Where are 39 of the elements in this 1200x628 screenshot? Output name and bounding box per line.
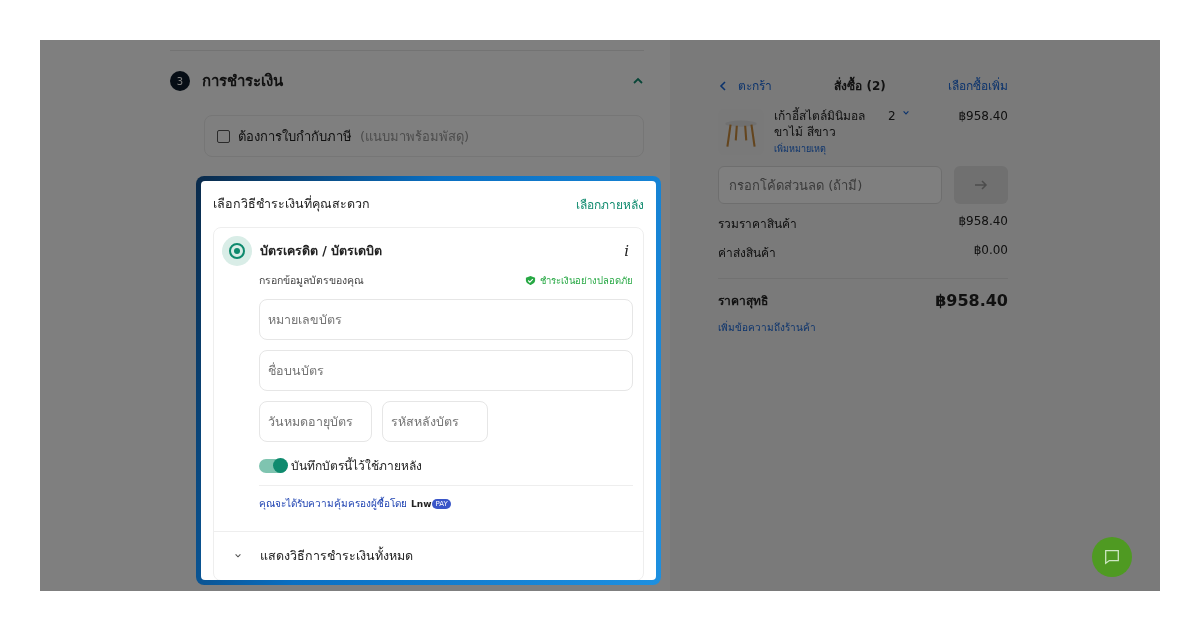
- chevron-down-icon: [234, 552, 242, 560]
- method-subtitle: กรอกข้อมูลบัตรของคุณ: [259, 273, 364, 289]
- order-title: สั่งซื้อ (2): [834, 76, 886, 95]
- add-more-link[interactable]: เลือกซื้อเพิ่ม: [948, 76, 1008, 95]
- protection-text: คุณจะได้รับความคุ้มครองผู้ซื้อโดย: [259, 496, 407, 511]
- coupon-field[interactable]: กรอกโค้ดส่วนลด (ถ้ามี): [718, 166, 942, 205]
- input-field[interactable]: ชื่อบนบัตร: [259, 350, 633, 391]
- checkbox-label: ต้องการใบกำกับภาษี: [238, 127, 352, 146]
- show-all-link[interactable]: แสดงวิธีการชำระเงินทั้งหมด: [260, 546, 413, 566]
- summary-value: ฿0.00: [973, 243, 1008, 260]
- total-label: ราคาสุทธิ: [718, 293, 768, 311]
- message-link[interactable]: เพิ่มข้อความถึงร้านค้า: [718, 320, 1008, 336]
- method-name: บัตรเครดิต / บัตรเดบิต: [260, 242, 384, 260]
- input-field[interactable]: หมายเลขบัตร: [259, 299, 633, 340]
- secure-label: ชำระเงินอย่างปลอดภัย: [540, 274, 633, 288]
- panel-title: เลือกวิธีชำระเงินที่คุณสะดวก: [213, 194, 370, 214]
- step-number: 3: [170, 71, 190, 91]
- quantity-dropdown[interactable]: 2: [888, 109, 938, 123]
- add-note-link[interactable]: เพิ่มหมายเหตุ: [774, 142, 878, 157]
- back-link[interactable]: ตะกร้า: [718, 76, 772, 95]
- toggle-switch[interactable]: [259, 458, 287, 473]
- summary-label: ค่าส่งสินค้า: [718, 245, 776, 263]
- checkbox[interactable]: [217, 129, 230, 143]
- caret-icon: [901, 109, 910, 117]
- total-value: ฿958.40: [935, 291, 1008, 311]
- shield-check-icon: [525, 275, 536, 286]
- choose-later-link[interactable]: เลือกภายหลัง: [576, 194, 644, 214]
- section-title: การชำระเงิน: [202, 71, 284, 92]
- chat-icon: [1103, 548, 1121, 566]
- toggle-label: บันทึกบัตรนี้ไว้ใช้ภายหลัง: [291, 456, 422, 475]
- product-name: เก้าอี้สไตล์มินิมอล ขาไม้ สีขาว: [774, 109, 866, 141]
- product-price: ฿958.40: [957, 109, 1008, 125]
- info-button[interactable]: i: [624, 242, 633, 260]
- input-field[interactable]: รหัสหลังบัตร: [382, 401, 488, 442]
- input-field[interactable]: วันหมดอายุบัตร: [259, 401, 372, 442]
- summary-label: รวมราคาสินค้า: [718, 216, 797, 234]
- back-icon: [718, 80, 728, 91]
- radio-button[interactable]: [222, 236, 252, 266]
- summary-value: ฿958.40: [958, 214, 1008, 231]
